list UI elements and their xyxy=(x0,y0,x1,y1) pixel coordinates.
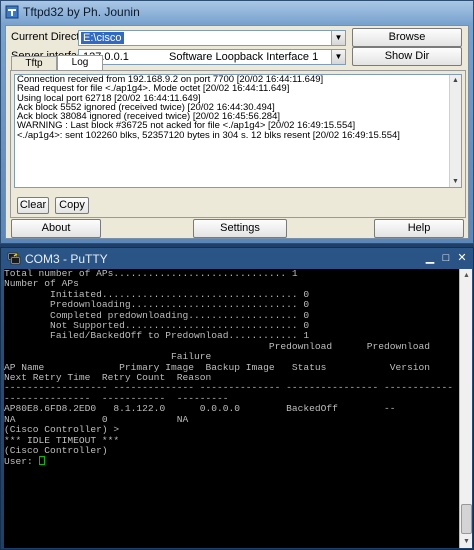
window-title: Tftpd32 by Ph. Jounin xyxy=(23,5,140,19)
scroll-up-icon[interactable]: ▲ xyxy=(450,75,461,86)
browse-button[interactable]: Browse xyxy=(352,28,462,47)
current-directory-value: E:\cisco xyxy=(81,32,124,44)
putty-window: COM3 - PuTTY ▁ □ ✕ Total number of APs..… xyxy=(0,247,474,550)
scroll-up-icon[interactable]: ▲ xyxy=(460,269,473,282)
close-icon[interactable]: ✕ xyxy=(455,251,469,265)
log-list[interactable]: Connection received from 192.168.9.2 on … xyxy=(14,74,462,188)
terminal-cursor xyxy=(38,456,45,466)
show-dir-button[interactable]: Show Dir xyxy=(352,47,462,66)
window-title: COM3 - PuTTY xyxy=(25,252,108,266)
maximize-icon[interactable]: □ xyxy=(439,251,453,265)
tab-log-viewer[interactable]: Log viewer xyxy=(57,55,103,81)
putty-app-icon xyxy=(7,252,21,265)
chevron-down-icon[interactable]: ▼ xyxy=(331,31,345,45)
log-viewer-panel: Connection received from 192.168.9.2 on … xyxy=(10,70,466,218)
log-line: <./ap1g4>: sent 102260 blks, 52357120 by… xyxy=(17,129,400,141)
scrollbar-thumb[interactable] xyxy=(461,504,472,534)
copy-button[interactable]: Copy xyxy=(55,197,89,214)
scroll-down-icon[interactable]: ▼ xyxy=(450,176,461,187)
terminal-prompt: User: xyxy=(4,456,39,468)
putty-title-bar[interactable]: COM3 - PuTTY ▁ □ ✕ xyxy=(1,248,473,269)
current-directory-combo[interactable]: E:\cisco ▼ xyxy=(78,30,346,46)
terminal-line: (Cisco Controller) xyxy=(4,444,108,456)
terminal-scrollbar[interactable]: ▲ ▼ xyxy=(459,269,472,548)
terminal-screen[interactable]: Total number of APs.....................… xyxy=(4,269,459,548)
tftpd32-client-area: Current Directory E:\cisco ▼ Browse Serv… xyxy=(5,25,469,239)
scroll-down-icon[interactable]: ▼ xyxy=(460,535,473,548)
tftpd32-title-bar[interactable]: Tftpd32 by Ph. Jounin xyxy=(1,1,473,23)
minimize-icon[interactable]: ▁ xyxy=(423,251,437,265)
server-interfaces-combo[interactable]: 127.0.0.1 Software Loopback Interface 1 … xyxy=(78,49,346,65)
chevron-down-icon[interactable]: ▼ xyxy=(331,50,345,64)
terminal-prompt-line[interactable]: User: xyxy=(4,456,459,467)
tab-tftp-server[interactable]: Tftp Server xyxy=(11,56,57,82)
server-interface-name: Software Loopback Interface 1 xyxy=(169,51,319,63)
terminal-line: (Cisco Controller) > xyxy=(4,424,120,436)
help-button[interactable]: Help xyxy=(374,219,464,238)
tftpd32-window: Tftpd32 by Ph. Jounin Current Directory … xyxy=(0,0,474,244)
clear-button[interactable]: Clear xyxy=(17,197,49,214)
settings-button[interactable]: Settings xyxy=(193,219,287,238)
tftpd-app-icon xyxy=(5,5,19,19)
about-button[interactable]: About xyxy=(11,219,101,238)
log-scrollbar[interactable]: ▲ ▼ xyxy=(449,75,461,187)
